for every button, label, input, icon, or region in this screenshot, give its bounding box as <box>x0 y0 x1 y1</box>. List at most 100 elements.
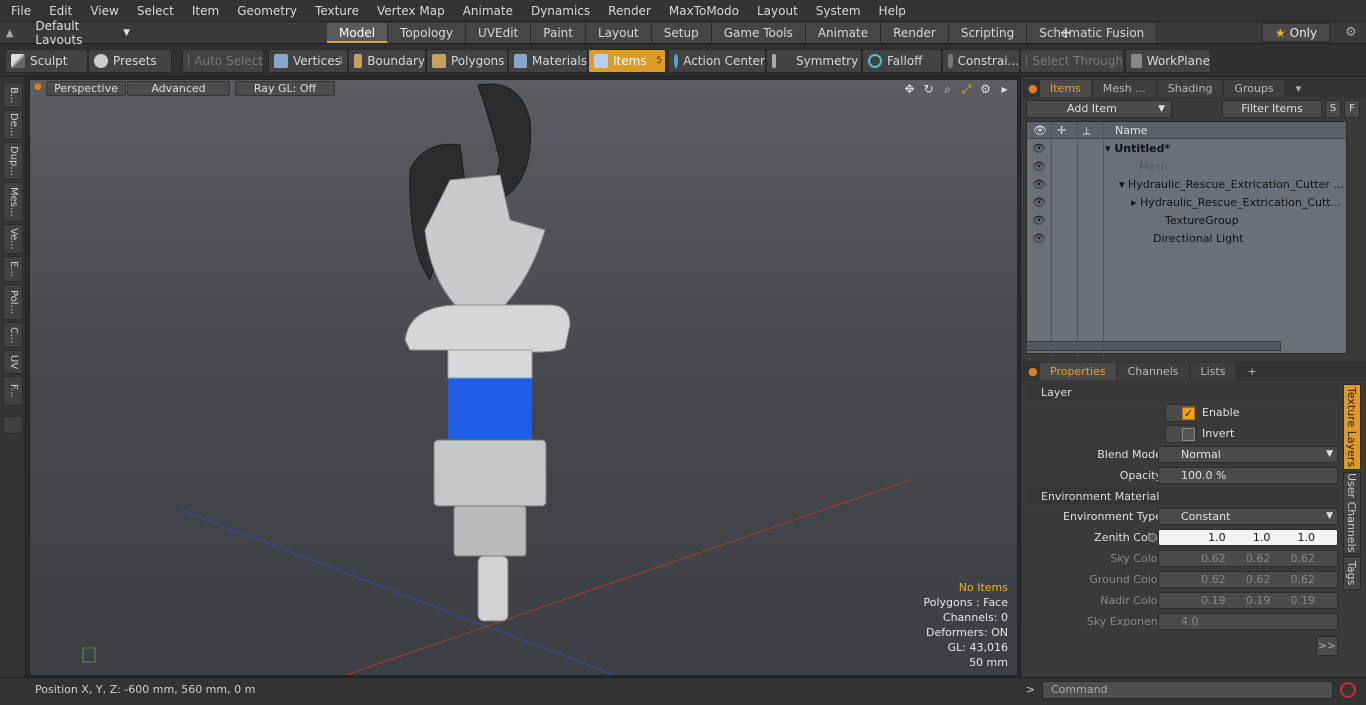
tree-row-untitled[interactable]: 👁 ▾ Untitled* <box>1027 140 1346 158</box>
tab-user-channels[interactable]: User Channels <box>1343 472 1361 554</box>
tab-lists[interactable]: Lists <box>1190 363 1236 380</box>
menu-texture[interactable]: Texture <box>304 0 366 22</box>
layout-selector[interactable]: ▲ Default Layouts ▼ <box>0 19 130 47</box>
tab-texture-layers[interactable]: Texture Layers <box>1343 384 1361 470</box>
tree-horizontal-scrollbar[interactable] <box>1026 341 1281 351</box>
add-item-button[interactable]: Add Item ▼ <box>1026 100 1172 118</box>
record-icon[interactable] <box>1340 682 1356 698</box>
menu-layout[interactable]: Layout <box>746 0 805 22</box>
polygons-button[interactable]: Polygons <box>426 49 508 73</box>
zenith-keyframe-icon[interactable] <box>1148 533 1157 542</box>
boundary-button[interactable]: Boundary <box>348 49 426 73</box>
environment-type-select[interactable]: Constant ▼ <box>1158 508 1338 525</box>
zenith-color-field[interactable]: 1.0 1.0 1.0 <box>1158 529 1338 546</box>
invert-checkbox[interactable] <box>1165 425 1196 443</box>
f-button[interactable]: F <box>1344 100 1360 118</box>
menu-select[interactable]: Select <box>126 0 181 22</box>
column-name[interactable]: Name <box>1115 122 1147 139</box>
tab-groups[interactable]: Groups <box>1224 80 1284 97</box>
3d-viewport[interactable] <box>29 79 1018 676</box>
add-tab-plus-icon[interactable]: + <box>1237 363 1266 380</box>
viewport-dot-icon[interactable]: ● <box>34 82 42 92</box>
tab-game-tools[interactable]: Game Tools <box>711 23 806 43</box>
tab-mesh[interactable]: Mesh ... <box>1092 80 1156 97</box>
s-button[interactable]: S <box>1325 100 1341 118</box>
left-tab-deform[interactable]: De... <box>3 110 23 140</box>
eye-icon[interactable]: 👁 <box>1030 176 1048 194</box>
left-tab-extra[interactable] <box>3 416 23 434</box>
panel-dot-icon[interactable]: ● <box>1024 363 1038 380</box>
items-button[interactable]: Items 5 <box>588 49 666 73</box>
enable-checkbox[interactable]: ✓ <box>1165 404 1196 422</box>
tab-scripting[interactable]: Scripting <box>948 23 1028 43</box>
auto-select-button[interactable]: Auto Select <box>182 49 264 73</box>
environment-material-section-header[interactable]: Environment Material <box>1026 488 1340 505</box>
menu-dynamics[interactable]: Dynamics <box>520 0 597 22</box>
left-tab-edge[interactable]: E... <box>3 256 23 282</box>
menu-animate[interactable]: Animate <box>452 0 520 22</box>
left-tab-duplicate[interactable]: Dup... <box>3 142 23 180</box>
menu-system[interactable]: System <box>805 0 868 22</box>
nadir-color-field[interactable]: 0.19 0.19 0.19 <box>1158 592 1338 609</box>
menu-help[interactable]: Help <box>868 0 913 22</box>
viewport-gear-icon[interactable]: ⚙ <box>976 80 995 98</box>
maximize-view-icon[interactable]: ⤢ <box>957 80 976 98</box>
left-tab-polygon[interactable]: Pol... <box>3 284 23 320</box>
select-through-button[interactable]: Select Through <box>1020 49 1124 73</box>
menu-maxtomodo[interactable]: MaxToModo <box>658 0 746 22</box>
left-tab-curve[interactable]: C... <box>3 322 23 348</box>
menu-vertex-map[interactable]: Vertex Map <box>366 0 452 22</box>
rotate-view-icon[interactable]: ↻ <box>919 80 938 98</box>
tree-row-directional-light[interactable]: 👁 Directional Light <box>1027 230 1346 248</box>
presets-button[interactable]: Presets <box>88 49 172 73</box>
action-center-button[interactable]: Action Center <box>668 49 766 73</box>
tab-properties[interactable]: Properties <box>1040 363 1116 380</box>
tab-topology[interactable]: Topology <box>388 23 467 43</box>
left-tab-fusion[interactable]: F... <box>3 376 23 406</box>
eye-icon[interactable]: 👁 <box>1030 212 1048 230</box>
tab-shading[interactable]: Shading <box>1157 80 1223 97</box>
sky-color-field[interactable]: 0.62 0.62 0.62 <box>1158 550 1338 567</box>
tab-layout[interactable]: Layout <box>585 23 652 43</box>
command-input[interactable]: Command <box>1042 681 1333 699</box>
blend-mode-select[interactable]: Normal ▼ <box>1158 446 1338 463</box>
opacity-slider[interactable]: 100.0 % <box>1158 467 1338 484</box>
vertices-button[interactable]: Vertices 1 <box>268 49 348 73</box>
left-tab-uv[interactable]: UV <box>3 350 23 374</box>
tab-render[interactable]: Render <box>881 23 949 43</box>
more-button[interactable]: >> <box>1316 636 1338 656</box>
tree-row-mesh[interactable]: 👁 Mesh <box>1027 158 1346 176</box>
zoom-view-icon[interactable]: ⌕ <box>938 80 957 98</box>
left-tab-mesh[interactable]: Mes... <box>3 182 23 222</box>
eye-icon[interactable]: 👁 <box>1030 230 1048 248</box>
tab-uvedit[interactable]: UVEdit <box>466 23 532 43</box>
move-view-icon[interactable]: ✥ <box>900 80 919 98</box>
left-tab-vertex[interactable]: Ve... <box>3 224 23 254</box>
sculpt-button[interactable]: Sculpt <box>5 49 88 73</box>
viewport-menu-arrow-icon[interactable]: ▸ <box>995 80 1014 98</box>
tree-row-hydraulic-group[interactable]: 👁 ▾ Hydraulic_Rescue_Extrication_Cutter .… <box>1027 176 1346 194</box>
ground-color-field[interactable]: 0.62 0.62 0.62 <box>1158 571 1338 588</box>
menu-file[interactable]: File <box>0 0 38 22</box>
only-button[interactable]: ★ Only <box>1262 23 1330 42</box>
tree-row-hydraulic-mesh[interactable]: 👁 ▸ Hydraulic_Rescue_Extrication_Cutt... <box>1027 194 1346 212</box>
menu-item[interactable]: Item <box>181 0 226 22</box>
raygl-button[interactable]: Ray GL: Off <box>235 81 335 96</box>
tab-setup[interactable]: Setup <box>651 23 712 43</box>
eye-icon[interactable]: 👁 <box>1030 194 1048 212</box>
tab-channels[interactable]: Channels <box>1117 363 1189 380</box>
tab-schematic-fusion[interactable]: Schematic Fusion <box>1027 23 1158 43</box>
advanced-button[interactable]: Advanced <box>127 81 230 96</box>
workplane-button[interactable]: WorkPlane <box>1125 49 1211 73</box>
menu-render[interactable]: Render <box>597 0 658 22</box>
perspective-button[interactable]: Perspective <box>46 81 126 96</box>
panel-dot-icon[interactable]: ● <box>1024 80 1038 97</box>
add-tab-plus-icon[interactable]: + <box>1058 22 1074 44</box>
tab-paint[interactable]: Paint <box>531 23 586 43</box>
left-tab-basic[interactable]: B... <box>3 82 23 108</box>
falloff-button[interactable]: Falloff <box>862 49 942 73</box>
eye-icon[interactable]: 👁 <box>1030 140 1048 158</box>
tree-row-texturegroup[interactable]: 👁 TextureGroup <box>1027 212 1346 230</box>
tab-animate[interactable]: Animate <box>805 23 882 43</box>
layer-section-header[interactable]: Layer <box>1026 384 1340 401</box>
